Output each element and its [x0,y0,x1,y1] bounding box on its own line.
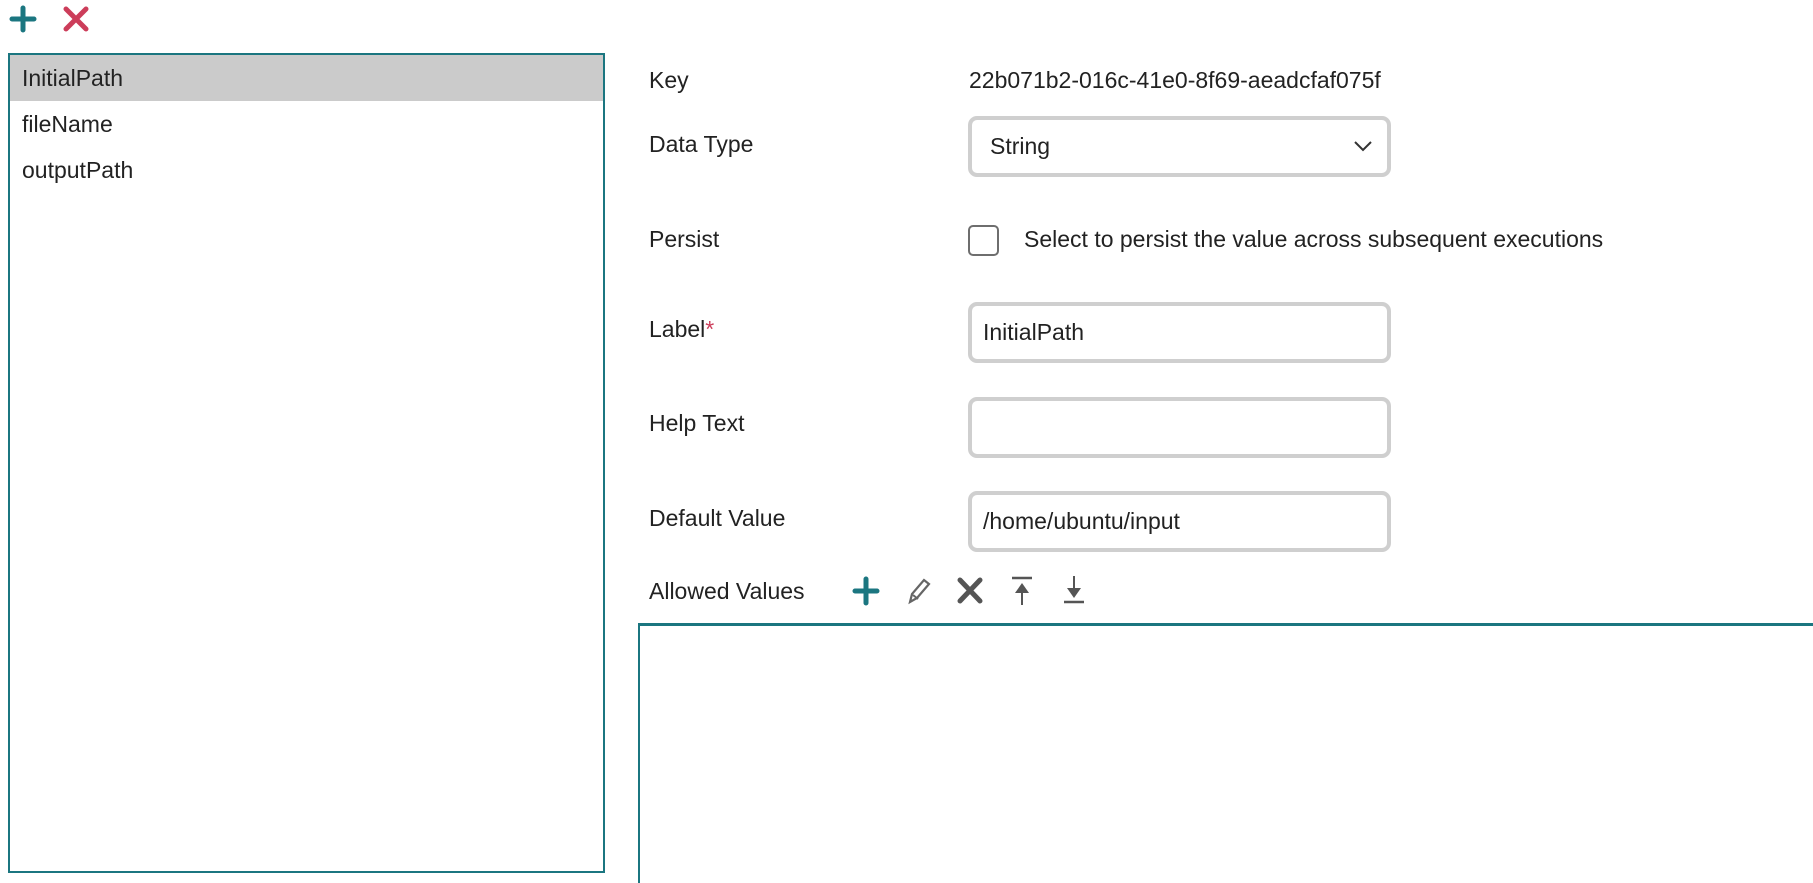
data-type-value: String [990,133,1051,159]
pencil-icon [908,578,931,605]
add-allowed-value-button[interactable] [850,573,882,607]
variable-list-item[interactable]: fileName [10,101,603,147]
help-text-label: Help Text [649,410,745,436]
label-field-label: Label* [649,316,714,343]
variable-list-item[interactable]: InitialPath [10,55,603,101]
data-type-label: Data Type [649,131,754,157]
chevron-down-icon [1354,141,1372,152]
variable-list[interactable]: InitialPath fileName outputPath [8,53,605,873]
close-icon [957,577,983,604]
data-type-select[interactable]: String [968,116,1391,177]
delete-allowed-value-button[interactable] [954,573,986,607]
persist-description: Select to persist the value across subse… [1024,226,1604,252]
required-mark: * [705,316,715,342]
variable-list-item[interactable]: outputPath [10,147,603,193]
default-value-input[interactable]: /home/ubuntu/input [968,491,1391,552]
default-value-label: Default Value [649,505,786,531]
move-to-bottom-button[interactable] [1058,573,1090,607]
key-value: 22b071b2-016c-41e0-8f69-aeadcfaf075f [969,67,1381,93]
edit-allowed-value-button[interactable] [902,573,934,607]
persist-checkbox[interactable] [968,225,999,256]
plus-icon [9,5,37,33]
help-text-input[interactable] [968,397,1391,458]
label-input[interactable]: InitialPath [968,302,1391,363]
key-label: Key [649,67,689,93]
move-to-top-button[interactable] [1006,573,1038,607]
add-variable-button[interactable] [8,4,38,34]
close-icon [63,6,89,32]
allowed-values-list[interactable] [638,623,1813,883]
label-text: Label [649,316,706,342]
persist-label: Persist [649,226,720,252]
plus-icon [852,576,880,606]
allowed-values-label: Allowed Values [649,578,805,604]
delete-variable-button[interactable] [61,4,91,34]
arrow-to-top-icon [1012,576,1032,605]
arrow-to-bottom-icon [1064,576,1084,604]
